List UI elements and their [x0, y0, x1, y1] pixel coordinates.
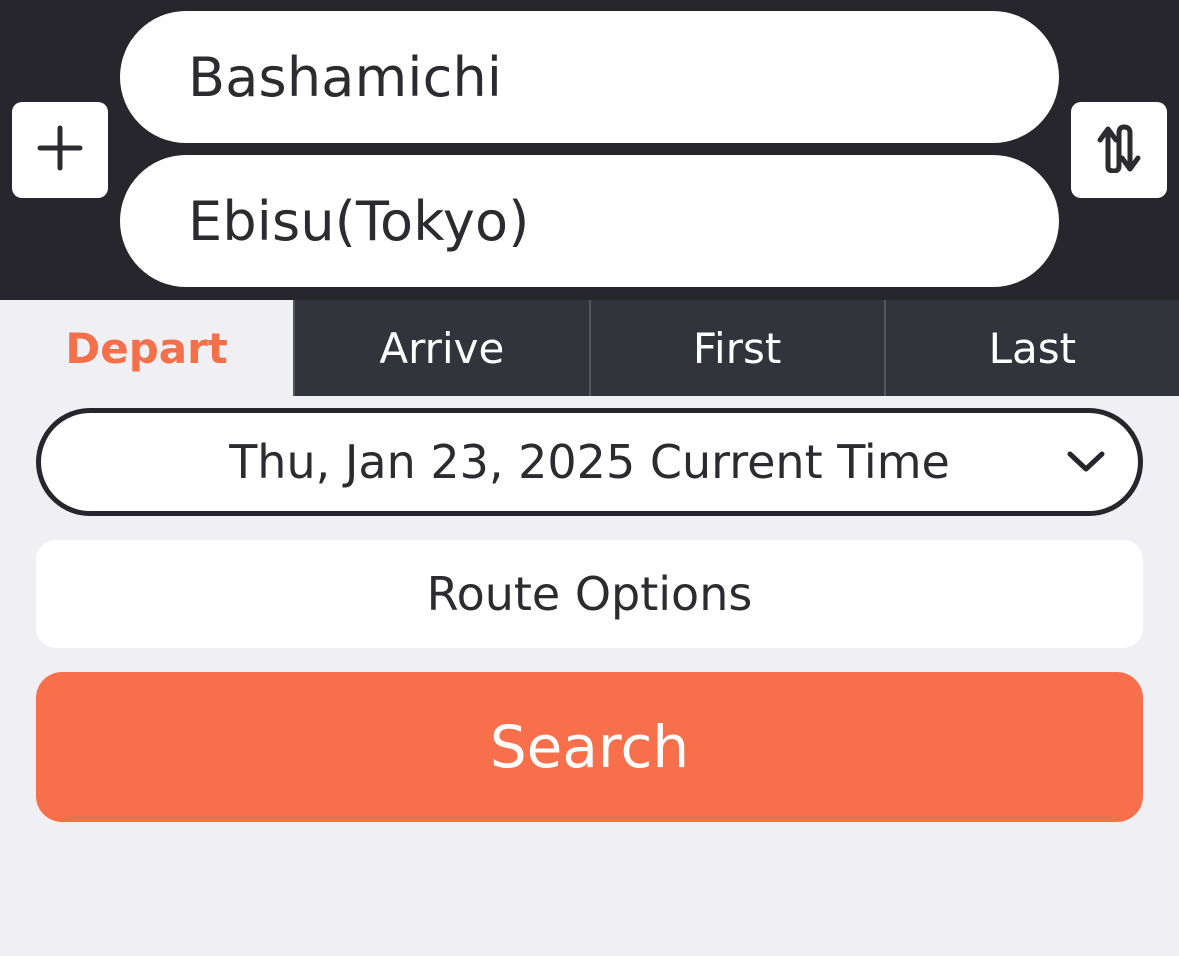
tab-last[interactable]: Last — [883, 300, 1179, 396]
from-station-field[interactable]: Bashamichi — [120, 11, 1059, 143]
plus-icon — [37, 125, 83, 175]
station-input-panel: Bashamichi Ebisu(Tokyo) — [0, 0, 1179, 300]
tab-depart-label: Depart — [65, 323, 228, 373]
datetime-value: Thu, Jan 23, 2025 Current Time — [229, 435, 950, 489]
add-via-station-button[interactable] — [12, 102, 108, 198]
swap-stations-button[interactable] — [1071, 102, 1167, 198]
to-station-field[interactable]: Ebisu(Tokyo) — [120, 155, 1059, 287]
swap-vertical-icon — [1094, 123, 1144, 177]
tab-arrive[interactable]: Arrive — [293, 300, 589, 396]
search-button[interactable]: Search — [36, 672, 1143, 822]
tab-last-label: Last — [988, 323, 1077, 373]
tab-first[interactable]: First — [588, 300, 884, 396]
route-options-button[interactable]: Route Options — [36, 540, 1143, 648]
from-station-text: Bashamichi — [188, 45, 503, 109]
to-station-text: Ebisu(Tokyo) — [188, 189, 530, 253]
search-mode-tabs: Depart Arrive First Last — [0, 300, 1179, 396]
datetime-select[interactable]: Thu, Jan 23, 2025 Current Time — [36, 408, 1143, 516]
search-button-label: Search — [489, 713, 690, 781]
tab-arrive-label: Arrive — [379, 323, 505, 373]
tab-first-label: First — [692, 323, 782, 373]
tab-depart[interactable]: Depart — [0, 300, 294, 396]
chevron-down-icon — [1064, 440, 1108, 484]
route-options-label: Route Options — [426, 567, 753, 621]
transit-search-screen: Bashamichi Ebisu(Tokyo) Depart Arrive Fi… — [0, 0, 1179, 956]
